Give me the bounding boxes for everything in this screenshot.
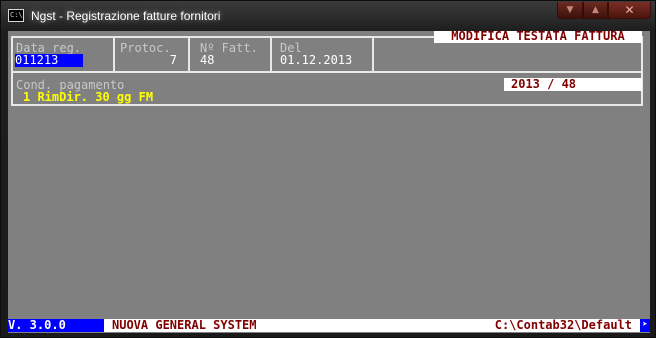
- close-button[interactable]: ✕: [608, 2, 651, 19]
- working-path: C:\Contab32\Default: [494, 318, 632, 332]
- del-value[interactable]: 01.12.2013: [280, 54, 352, 67]
- protoc-value[interactable]: 7: [120, 54, 177, 67]
- version-label: V. 3.0.0: [8, 319, 104, 332]
- maximize-icon: ▲: [592, 5, 599, 15]
- year-document-box: 2013 / 48: [504, 78, 642, 91]
- console-area[interactable]: MODIFICA TESTATA FATTURA Data reg. 01121…: [8, 31, 650, 333]
- minimize-icon: ▼: [566, 5, 574, 15]
- divider: [270, 36, 272, 73]
- status-bar: V. 3.0.0 NUOVA GENERAL SYSTEM C:\Contab3…: [8, 319, 650, 332]
- scroll-right-icon[interactable]: ➤: [640, 319, 650, 332]
- window-title: Ngst - Registrazione fatture fornitori: [31, 9, 221, 23]
- divider: [372, 36, 374, 73]
- title-bar[interactable]: C:\ Ngst - Registrazione fatture fornito…: [1, 1, 655, 31]
- system-name: NUOVA GENERAL SYSTEM: [112, 318, 257, 332]
- divider: [113, 36, 115, 73]
- nfatt-value[interactable]: 48: [200, 54, 214, 67]
- console-window: C:\ Ngst - Registrazione fatture fornito…: [0, 0, 656, 338]
- mode-title: MODIFICA TESTATA FATTURA: [434, 31, 642, 43]
- data-reg-input[interactable]: 011213: [15, 54, 83, 67]
- maximize-button[interactable]: ▲: [583, 2, 608, 19]
- cond-pagamento-value[interactable]: 1 RimDir. 30 gg FM: [23, 91, 153, 104]
- divider: [188, 36, 190, 73]
- close-icon: ✕: [624, 3, 635, 17]
- divider: [11, 71, 643, 73]
- console-app-icon[interactable]: C:\: [8, 9, 24, 22]
- minimize-button[interactable]: ▼: [557, 2, 583, 19]
